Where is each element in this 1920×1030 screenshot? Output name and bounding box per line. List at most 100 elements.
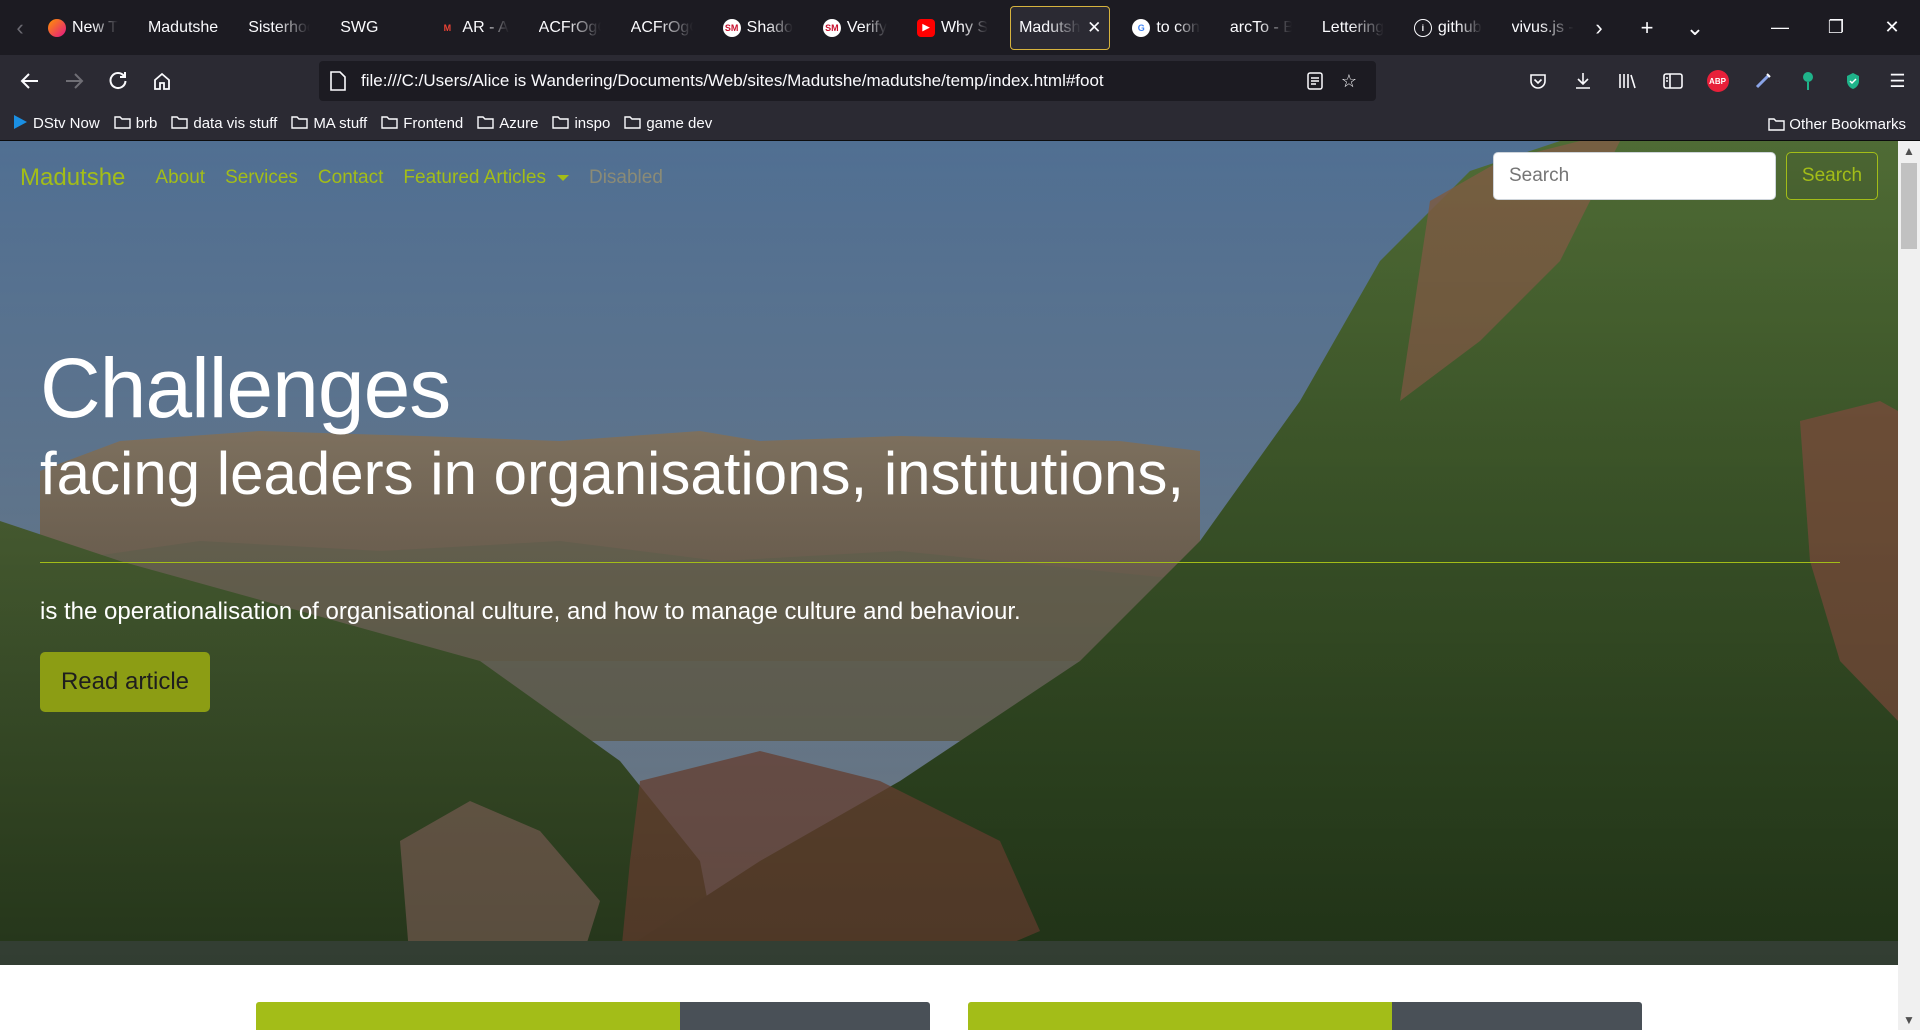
url-bar[interactable]: file:///C:/Users/Alice is Wandering/Docu… bbox=[319, 61, 1376, 101]
tab-active[interactable]: Madutshe ✕ bbox=[1010, 5, 1111, 50]
gmail-icon: M bbox=[443, 22, 452, 33]
youtube-icon: ▶ bbox=[916, 18, 935, 37]
tab[interactable]: Gto con bbox=[1124, 6, 1208, 50]
card-body-area bbox=[1392, 1002, 1642, 1030]
tab-label: arcTo - Bo bbox=[1229, 18, 1292, 36]
bookmark-label: Frontend bbox=[403, 115, 464, 132]
pocket-icon[interactable] bbox=[1515, 61, 1560, 101]
sidebar-icon[interactable] bbox=[1650, 61, 1695, 101]
nav-link-contact[interactable]: Contact bbox=[318, 167, 383, 189]
tab-label: ACFrOgCT bbox=[630, 18, 693, 36]
bookmark-item[interactable]: game dev bbox=[624, 115, 712, 133]
hero-section: Madutshe About Services Contact Featured… bbox=[0, 141, 1898, 965]
tab[interactable]: SWG bbox=[332, 6, 386, 50]
article-card[interactable] bbox=[256, 1002, 930, 1030]
tab[interactable]: ACFrOgCT bbox=[623, 6, 701, 50]
firefox-icon bbox=[48, 18, 66, 37]
tab[interactable]: SM Verify bbox=[815, 6, 895, 50]
other-bookmarks[interactable]: Other Bookmarks bbox=[1768, 107, 1906, 141]
tab[interactable]: SM Shado bbox=[715, 6, 801, 50]
pin-extension-icon[interactable] bbox=[1785, 61, 1830, 101]
brand-logo[interactable]: Madutshe bbox=[20, 164, 125, 192]
bookmark-item[interactable]: inspo bbox=[552, 115, 610, 133]
bookmark-item[interactable]: Frontend bbox=[381, 115, 463, 133]
close-window-button[interactable]: ✕ bbox=[1864, 0, 1920, 55]
tab-label: Shado bbox=[746, 18, 793, 36]
folder-icon bbox=[171, 115, 189, 133]
folder-icon bbox=[624, 115, 642, 133]
read-article-button[interactable]: Read article bbox=[40, 652, 210, 712]
caret-down-icon bbox=[556, 175, 569, 181]
bookmark-item[interactable]: Azure bbox=[477, 115, 538, 133]
color-picker-extension-icon[interactable] bbox=[1740, 61, 1785, 101]
article-card[interactable] bbox=[968, 1002, 1642, 1030]
tab[interactable]: arcTo - Bo bbox=[1222, 6, 1300, 50]
nav-dropdown-featured-articles[interactable]: Featured Articles bbox=[403, 167, 569, 189]
hero-subtitle: facing leaders in organisations, institu… bbox=[40, 440, 1184, 507]
cards-section bbox=[0, 965, 1898, 1030]
tab[interactable]: Lettering.j bbox=[1314, 6, 1392, 50]
bookmark-label: inspo bbox=[574, 115, 611, 132]
hero-lead-text: is the operationalisation of organisatio… bbox=[40, 598, 1021, 625]
scroll-up-arrow-icon[interactable]: ▲ bbox=[1898, 141, 1920, 161]
tab[interactable] bbox=[400, 6, 416, 50]
bookmark-star-icon[interactable]: ☆ bbox=[1332, 64, 1366, 98]
shield-extension-icon[interactable] bbox=[1830, 61, 1875, 101]
hero-title: Challenges bbox=[40, 341, 451, 435]
nav-link-services[interactable]: Services bbox=[225, 167, 298, 189]
home-icon bbox=[154, 72, 170, 90]
reload-button[interactable] bbox=[96, 61, 140, 101]
bookmark-item[interactable]: MA stuff bbox=[291, 115, 367, 133]
new-tab-button[interactable]: + bbox=[1623, 0, 1671, 55]
minimize-button[interactable]: — bbox=[1752, 0, 1808, 55]
tab-label: Verify bbox=[846, 18, 887, 36]
tab[interactable]: Sisterhood bbox=[240, 6, 318, 50]
tab-label: vivus.js - s bbox=[1511, 18, 1574, 36]
search-button[interactable]: Search bbox=[1786, 152, 1878, 200]
url-text[interactable]: file:///C:/Users/Alice is Wandering/Docu… bbox=[361, 71, 1298, 91]
scroll-down-arrow-icon[interactable]: ▼ bbox=[1898, 1010, 1920, 1030]
tab-label: Why S bbox=[940, 18, 989, 36]
tab-label: Madutshe bbox=[147, 18, 219, 36]
folder-icon bbox=[291, 115, 309, 133]
tab[interactable]: M AR - A bbox=[430, 6, 516, 50]
downloads-icon[interactable] bbox=[1560, 61, 1605, 101]
bookmarks-toolbar: DStv Now brb data vis stuff MA stuff Fronten… bbox=[0, 107, 1920, 141]
nav-link-disabled: Disabled bbox=[588, 167, 663, 188]
tab[interactable]: ACFrOgCg bbox=[531, 6, 609, 50]
folder-icon bbox=[1768, 118, 1785, 131]
tab-label: SWG bbox=[340, 18, 379, 36]
back-button[interactable] bbox=[8, 61, 52, 101]
list-all-tabs-button[interactable]: ⌄ bbox=[1671, 0, 1719, 55]
tab-label: Sisterhood bbox=[248, 18, 310, 36]
tab-strip: New T Madutshe Sisterhood SWG M AR - A ACFrOgC… bbox=[40, 0, 1575, 55]
reader-view-icon[interactable] bbox=[1298, 64, 1332, 98]
bookmark-item[interactable]: DStv Now bbox=[12, 114, 100, 134]
bookmark-item[interactable]: data vis stuff bbox=[171, 115, 277, 133]
bookmark-item[interactable]: brb bbox=[113, 115, 157, 133]
nav-link-about[interactable]: About bbox=[155, 167, 205, 189]
menu-hamburger-icon[interactable]: ☰ bbox=[1875, 61, 1920, 101]
card-body-area bbox=[680, 1002, 930, 1030]
tab[interactable]: vivus.js - s bbox=[1504, 6, 1576, 50]
tab[interactable]: New T bbox=[40, 6, 126, 50]
tab[interactable]: Madutshe bbox=[140, 6, 226, 50]
close-tab-icon[interactable]: ✕ bbox=[1087, 18, 1101, 38]
tab[interactable]: ▶ Why S bbox=[909, 6, 996, 50]
scroll-tabs-right-button[interactable]: › bbox=[1575, 0, 1623, 55]
hero-background-image bbox=[0, 141, 1898, 965]
tab-label: github bbox=[1437, 18, 1482, 36]
bookmark-label: MA stuff bbox=[313, 115, 368, 132]
tab-label: Lettering.j bbox=[1321, 18, 1384, 36]
forward-button[interactable] bbox=[52, 61, 96, 101]
scrollbar-thumb[interactable] bbox=[1901, 163, 1917, 249]
page-scrollbar[interactable]: ▲ ▼ bbox=[1898, 141, 1920, 1030]
library-icon[interactable] bbox=[1605, 61, 1650, 101]
adblock-plus-icon[interactable]: ABP bbox=[1695, 61, 1740, 101]
tab[interactable]: i github bbox=[1406, 6, 1490, 50]
sm-icon: SM bbox=[722, 18, 741, 37]
restore-button[interactable]: ❐ bbox=[1808, 0, 1864, 55]
home-button[interactable] bbox=[140, 61, 184, 101]
scroll-tabs-left-button[interactable]: ‹ bbox=[0, 0, 40, 55]
search-input[interactable] bbox=[1493, 152, 1776, 200]
